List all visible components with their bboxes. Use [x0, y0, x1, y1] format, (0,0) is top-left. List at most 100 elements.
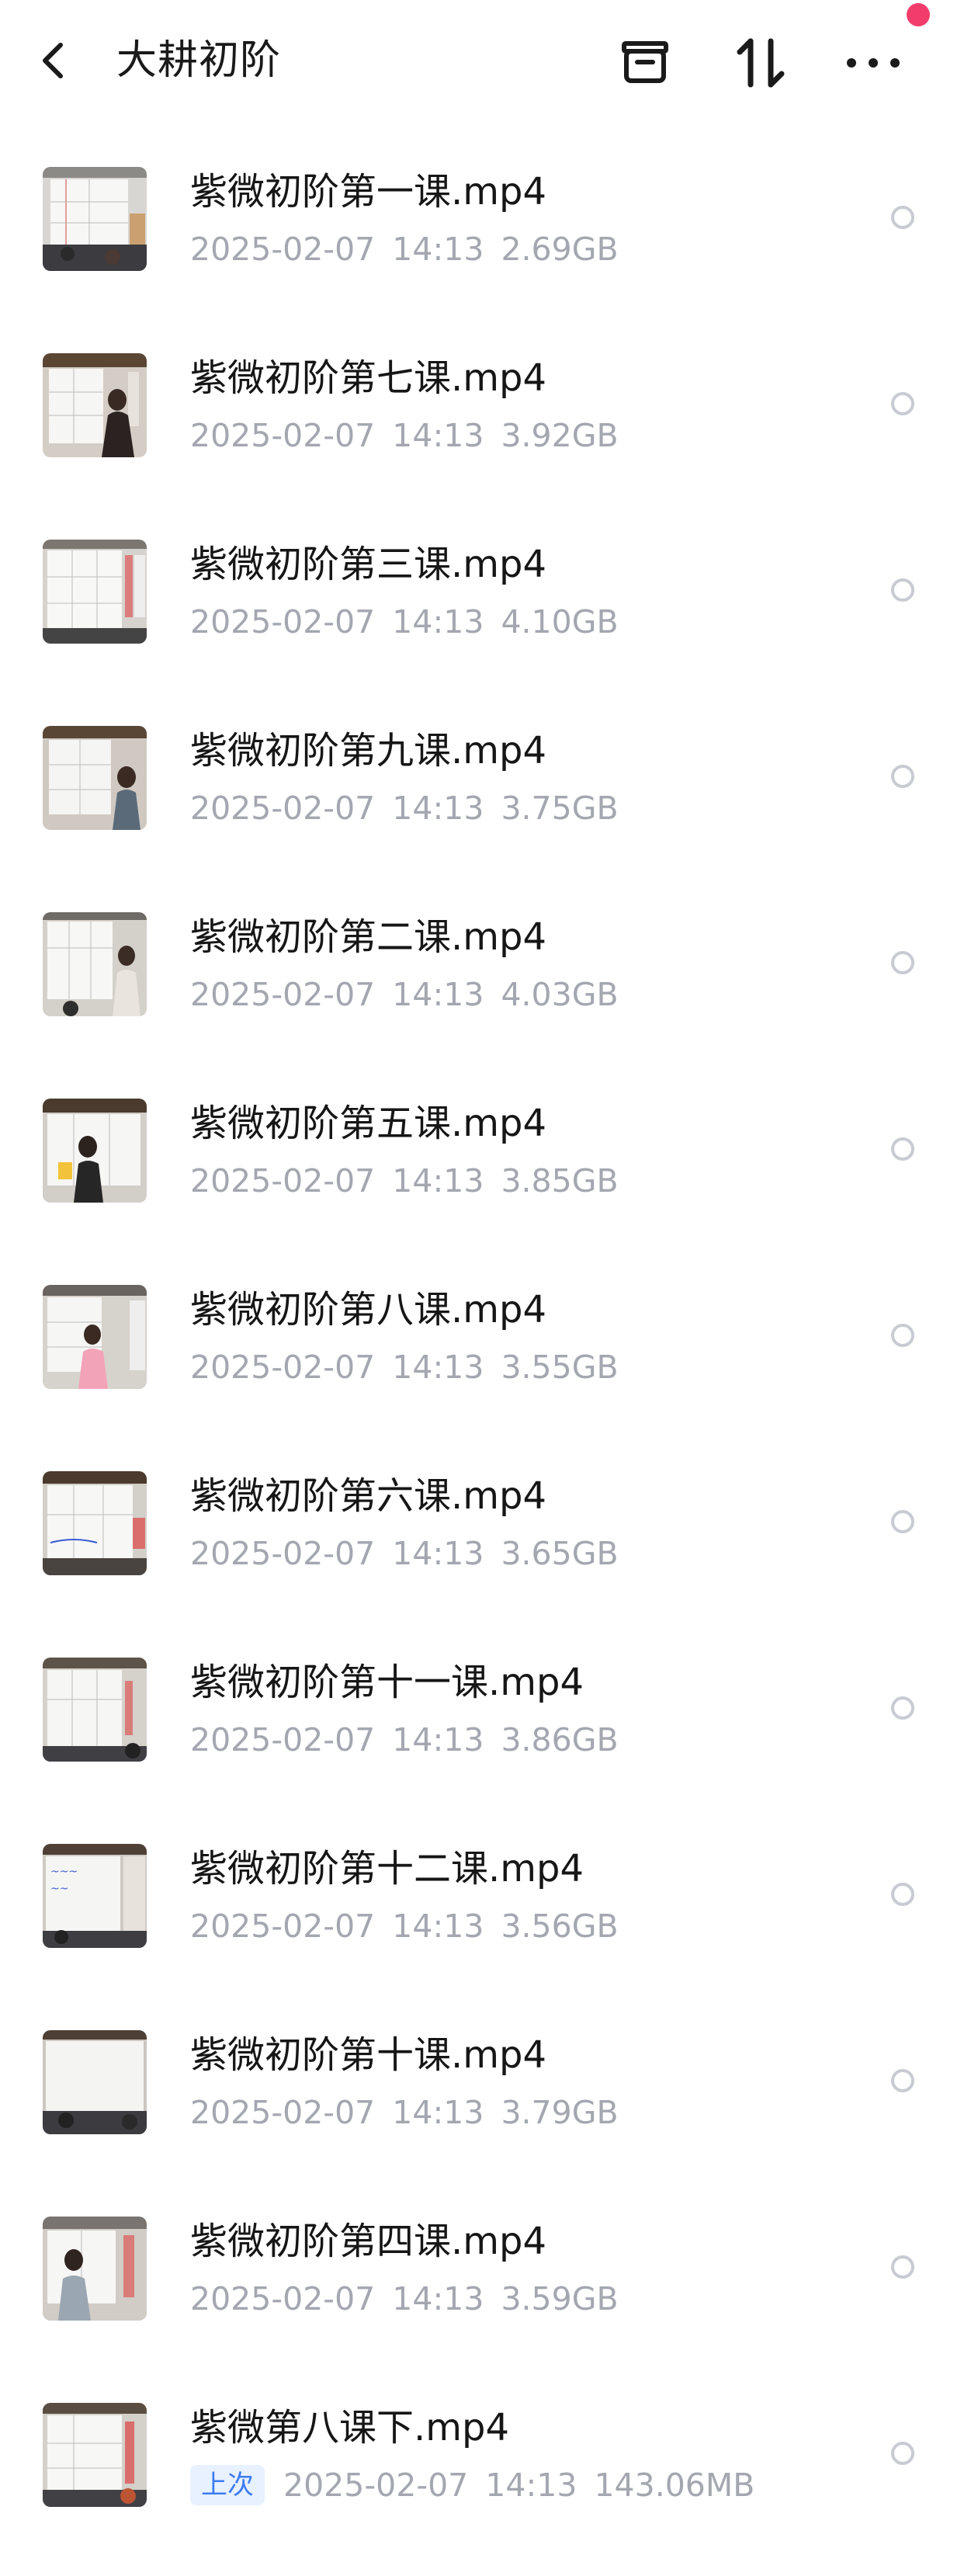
file-date: 2025-02-07 — [190, 1908, 376, 1945]
file-row[interactable]: 紫微初阶第九课.mp4 2025-02-07 14:13 3.75GB — [0, 703, 978, 889]
file-date: 2025-02-07 — [190, 231, 376, 268]
file-meta: 2025-02-07 14:13 3.55GB — [190, 1345, 619, 1389]
sort-arrows-icon — [737, 38, 785, 88]
file-name: 紫微初阶第一课.mp4 — [190, 170, 547, 214]
file-row[interactable]: 紫微初阶第二课.mp4 2025-02-07 14:13 4.03GB — [0, 889, 978, 1075]
file-row[interactable]: 紫微初阶第十一课.mp4 2025-02-07 14:13 3.86GB — [0, 1634, 978, 1821]
chevron-left-icon — [43, 43, 63, 78]
file-list: 紫微初阶第一课.mp4 2025-02-07 14:13 2.69GB 紫微初阶… — [0, 144, 978, 2566]
select-radio[interactable] — [891, 765, 914, 788]
file-row[interactable]: 紫微初阶第一课.mp4 2025-02-07 14:13 2.69GB — [0, 144, 978, 330]
file-time: 14:13 — [485, 2467, 577, 2504]
file-meta: 2025-02-07 14:13 3.86GB — [190, 1718, 619, 1762]
file-meta: 2025-02-07 14:13 4.10GB — [190, 600, 619, 644]
file-name: 紫微初阶第七课.mp4 — [190, 356, 547, 400]
file-size: 143.06MB — [594, 2467, 755, 2504]
file-name: 紫微初阶第八课.mp4 — [190, 1288, 547, 1331]
file-date: 2025-02-07 — [190, 603, 376, 641]
video-thumbnail — [43, 2403, 147, 2507]
video-thumbnail — [43, 167, 147, 271]
file-row[interactable]: 紫微第八课下.mp4 上次 2025-02-07 14:13 143.06MB — [0, 2380, 978, 2566]
file-name: 紫微初阶第十二课.mp4 — [190, 1847, 584, 1890]
file-time: 14:13 — [392, 417, 484, 454]
file-time: 14:13 — [392, 2280, 484, 2317]
file-name: 紫微初阶第二课.mp4 — [190, 915, 547, 959]
file-meta: 2025-02-07 14:13 3.56GB — [190, 1904, 619, 1948]
video-thumbnail — [43, 912, 147, 1016]
video-thumbnail: ~~~ ~~ — [43, 1844, 147, 1948]
file-row[interactable]: 紫微初阶第四课.mp4 2025-02-07 14:13 3.59GB — [0, 2193, 978, 2380]
file-row[interactable]: ~~~ ~~ 紫微初阶第十二课.mp4 2025-02-07 14:13 3.5… — [0, 1821, 978, 2007]
file-size: 3.92GB — [501, 417, 619, 454]
video-thumbnail — [43, 353, 147, 457]
file-row[interactable]: 紫微初阶第七课.mp4 2025-02-07 14:13 3.92GB — [0, 330, 978, 516]
select-radio[interactable] — [891, 1510, 914, 1533]
svg-text:~~: ~~ — [50, 1883, 68, 1895]
file-time: 14:13 — [392, 976, 484, 1013]
notification-dot — [907, 3, 930, 26]
file-time: 14:13 — [392, 1721, 484, 1758]
file-size: 3.65GB — [501, 1535, 619, 1572]
file-date: 2025-02-07 — [190, 417, 376, 454]
file-size: 3.85GB — [501, 1162, 619, 1199]
top-bar: 大耕初阶 — [0, 0, 978, 124]
file-size: 3.59GB — [501, 2280, 619, 2317]
file-name: 紫微初阶第五课.mp4 — [190, 1102, 547, 1145]
more-dots-icon — [847, 58, 900, 68]
select-radio[interactable] — [891, 1696, 914, 1720]
file-time: 14:13 — [392, 1349, 484, 1386]
more-button[interactable] — [838, 28, 908, 98]
file-size: 4.03GB — [501, 976, 619, 1013]
select-radio[interactable] — [891, 578, 914, 602]
file-time: 14:13 — [392, 603, 484, 641]
file-name: 紫微初阶第十课.mp4 — [190, 2033, 547, 2077]
file-row[interactable]: 紫微初阶第五课.mp4 2025-02-07 14:13 3.85GB — [0, 1075, 978, 1262]
file-size: 3.79GB — [501, 2094, 619, 2131]
file-date: 2025-02-07 — [190, 1721, 376, 1758]
select-radio[interactable] — [891, 1883, 914, 1906]
video-thumbnail — [43, 726, 147, 830]
file-name: 紫微初阶第六课.mp4 — [190, 1474, 547, 1518]
video-thumbnail — [43, 1099, 147, 1203]
file-row[interactable]: 紫微初阶第十课.mp4 2025-02-07 14:13 3.79GB — [0, 2007, 978, 2193]
file-time: 14:13 — [392, 1535, 484, 1572]
file-meta: 2025-02-07 14:13 3.92GB — [190, 414, 619, 457]
select-radio[interactable] — [891, 1324, 914, 1347]
video-thumbnail — [43, 2217, 147, 2321]
select-radio[interactable] — [891, 1137, 914, 1161]
select-radio[interactable] — [891, 392, 914, 415]
file-size: 3.86GB — [501, 1721, 619, 1758]
video-thumbnail — [43, 1658, 147, 1762]
select-radio[interactable] — [891, 951, 914, 974]
file-date: 2025-02-07 — [190, 1162, 376, 1199]
file-row[interactable]: 紫微初阶第八课.mp4 2025-02-07 14:13 3.55GB — [0, 1262, 978, 1448]
file-name: 紫微初阶第十一课.mp4 — [190, 1661, 584, 1704]
video-thumbnail — [43, 1285, 147, 1389]
sort-button[interactable] — [726, 28, 796, 98]
file-row[interactable]: 紫微初阶第三课.mp4 2025-02-07 14:13 4.10GB — [0, 516, 978, 703]
file-date: 2025-02-07 — [190, 976, 376, 1013]
back-button[interactable] — [37, 30, 92, 92]
file-meta: 2025-02-07 14:13 2.69GB — [190, 227, 619, 271]
archive-box-icon — [622, 41, 668, 83]
file-meta: 2025-02-07 14:13 3.79GB — [190, 2091, 619, 2134]
file-date: 2025-02-07 — [190, 790, 376, 827]
file-size: 2.69GB — [501, 231, 619, 268]
file-size: 4.10GB — [501, 603, 619, 641]
select-radio[interactable] — [891, 2255, 914, 2279]
select-radio[interactable] — [891, 2442, 914, 2465]
file-row[interactable]: 紫微初阶第六课.mp4 2025-02-07 14:13 3.65GB — [0, 1448, 978, 1634]
file-meta: 2025-02-07 14:13 4.03GB — [190, 973, 619, 1016]
select-radio[interactable] — [891, 206, 914, 229]
svg-text:~~~: ~~~ — [50, 1866, 78, 1878]
video-thumbnail — [43, 2030, 147, 2134]
file-name: 紫微第八课下.mp4 — [190, 2406, 510, 2449]
select-radio[interactable] — [891, 2069, 914, 2092]
file-meta: 2025-02-07 14:13 3.65GB — [190, 1532, 619, 1575]
file-meta: 2025-02-07 14:13 3.59GB — [190, 2277, 619, 2321]
file-time: 14:13 — [392, 790, 484, 827]
video-thumbnail — [43, 1471, 147, 1575]
file-date: 2025-02-07 — [190, 2094, 376, 2131]
file-meta: 上次 2025-02-07 14:13 143.06MB — [190, 2463, 754, 2507]
archive-button[interactable] — [610, 28, 680, 98]
